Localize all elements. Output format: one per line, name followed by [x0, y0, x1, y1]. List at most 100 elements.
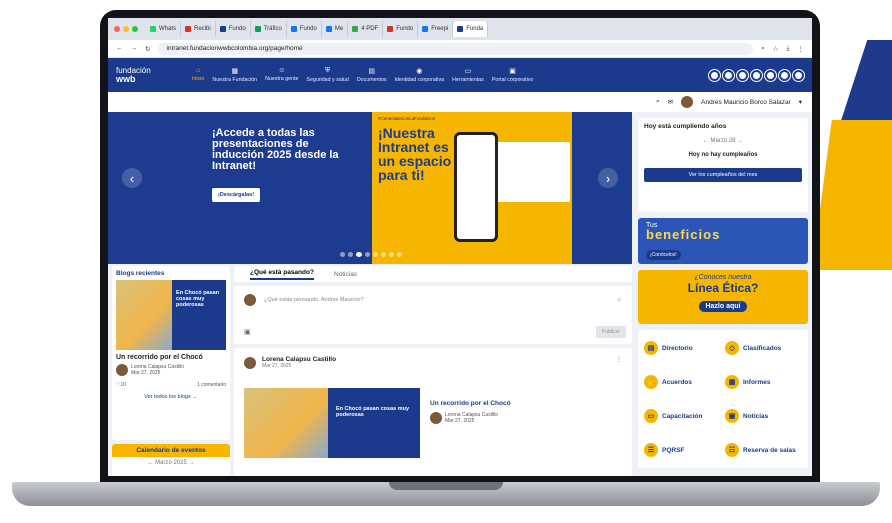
carousel-prev-button[interactable]: ‹ — [122, 168, 142, 188]
post-author[interactable]: Lorena Calapsu Castillo — [262, 356, 336, 363]
decor-yellow-shape — [812, 120, 892, 270]
laptop-icon: ▭ — [644, 409, 658, 423]
post-image[interactable]: En Chocó pasan cosas muy poderosas — [244, 388, 420, 458]
tiktok-icon[interactable] — [779, 69, 790, 81]
zoom-icon[interactable]: ⌕ — [761, 45, 765, 53]
portal-icon: ▣ — [509, 68, 516, 75]
carousel-pager[interactable] — [340, 252, 402, 257]
post-menu-icon[interactable]: ⋮ — [616, 356, 622, 363]
composer-input[interactable]: ¿Qué estás pensando, Andres Mauricio? — [264, 297, 608, 303]
all-blogs-link[interactable]: Ver todos los blogs → — [116, 394, 226, 400]
linkedin-icon[interactable] — [765, 69, 776, 81]
intranet-preview — [492, 142, 570, 202]
quick-link-capacitacion[interactable]: ▭ Capacitación — [644, 402, 721, 430]
hero-carousel: ‹ ¡Accede a todas las presentaciones de … — [108, 112, 632, 264]
banner-headline: ¡Accede a todas las presentaciones de in… — [212, 127, 339, 172]
tab-whats-happening[interactable]: ¿Qué está pasando? — [250, 269, 314, 280]
browser-tab[interactable]: Fundo — [287, 21, 322, 37]
benefits-cta[interactable]: ¡Conócelos! — [646, 250, 681, 260]
whatsapp-icon[interactable] — [793, 69, 804, 81]
blog-post-title[interactable]: Un recorrido por el Chocó — [116, 354, 226, 361]
facebook-icon[interactable] — [709, 69, 720, 81]
avatar[interactable] — [244, 356, 256, 369]
banner-download-button[interactable]: ¡Descárgalas! — [212, 188, 261, 202]
chat-icon: ☰ — [644, 443, 658, 457]
star-icon[interactable]: ☆ — [773, 45, 779, 53]
avatar — [116, 364, 128, 376]
quick-links: ▤ Directorio ◇ Clasificados ✋ Acuerdos ▦ Inf… — [638, 330, 808, 468]
image-upload-icon[interactable]: ▣ — [244, 328, 251, 336]
feed-tabs: ¿Qué está pasando? Noticias — [234, 266, 632, 282]
quick-link-acuerdos[interactable]: ✋ Acuerdos — [644, 368, 721, 396]
events-calendar: Calendario de eventos ← Marzo 2025 → — [112, 444, 230, 476]
nav-item-documentos[interactable]: ▤ Documentos — [353, 67, 391, 83]
nav-item-fundacion[interactable]: ▦ Nuestra Fundación — [208, 67, 261, 83]
blog-thumbnail[interactable]: En Chocó pasan cosas muy poderosas — [116, 280, 226, 350]
nav-item-gente[interactable]: ☺ Nuestra gente — [261, 67, 302, 83]
mail-icon[interactable]: ✉ — [668, 98, 673, 106]
ethics-line-banner[interactable]: ¿Conoces nuestra Línea Ética? Hazlo aquí — [638, 270, 808, 324]
birthdays-month-nav[interactable]: ← Marzo 28 → — [644, 138, 802, 144]
post-link-author: Lorena Calapsu Castillo Mar 27, 2025 — [430, 412, 498, 424]
birthdays-month-button[interactable]: Ver los cumpleaños del mes — [644, 168, 802, 182]
search-icon[interactable]: ⌕ — [656, 98, 660, 106]
post-link-title[interactable]: Un recorrido por el Chocó — [430, 400, 511, 407]
browser-tab-active[interactable]: Funda — [453, 21, 489, 37]
quick-link-pqrsf[interactable]: ☰ PQRSF — [644, 436, 721, 464]
feed-area: ¿Qué está pasando? Noticias ¿Qué estás p… — [234, 266, 632, 476]
browser-tab[interactable]: Fundo — [216, 21, 251, 37]
chevron-down-icon[interactable]: ▾ — [799, 98, 802, 106]
laptop-notch — [389, 482, 503, 490]
window-controls[interactable] — [114, 26, 138, 32]
download-icon[interactable]: ⤓ — [787, 45, 790, 53]
quick-link-clasificados[interactable]: ◇ Clasificados — [725, 334, 802, 362]
url-input[interactable]: intranet.fundacionwwbcolombia.org/page/h… — [158, 42, 754, 55]
back-icon[interactable]: ← — [116, 45, 123, 52]
directory-icon: ▤ — [644, 341, 658, 355]
carousel-next-button[interactable]: › — [598, 168, 618, 188]
calendar-month-nav[interactable]: ← Marzo 2025 → — [112, 457, 230, 469]
tab-news[interactable]: Noticias — [334, 271, 357, 278]
browser-tab[interactable]: 4 PDF — [348, 21, 384, 37]
browser-tab[interactable]: Me — [322, 21, 349, 37]
nav-item-identidad[interactable]: ◉ Identidad corporativa — [391, 67, 448, 83]
benefits-banner[interactable]: Tus beneficios ¡Conócelos! — [638, 218, 808, 264]
site-logo[interactable]: fundación wwb — [116, 67, 188, 84]
blog-comments[interactable]: 1 comentario — [197, 382, 226, 388]
menu-kebab-icon[interactable]: ⋮ — [798, 45, 805, 53]
people-icon: ☺ — [278, 67, 286, 74]
emoji-icon[interactable]: ☺ — [616, 297, 622, 303]
nav-item-portal[interactable]: ▣ Portal corporativo — [488, 67, 538, 83]
instagram-icon[interactable] — [723, 69, 734, 81]
ethics-cta[interactable]: Hazlo aquí — [699, 301, 747, 312]
browser-tab[interactable]: Fundo — [383, 21, 419, 37]
birthdays-card: Hoy está cumpliendo años ← Marzo 28 → Ho… — [638, 118, 808, 212]
avatar[interactable] — [681, 96, 694, 108]
blogs-title: Blogs recientes — [116, 270, 165, 277]
browser-tab[interactable]: Recibi — [181, 21, 216, 37]
nav-item-inicio[interactable]: ⌂ Inicio — [188, 67, 208, 83]
browser-tab[interactable]: Tráfico — [251, 21, 287, 37]
building-icon: ▦ — [231, 68, 239, 75]
browser-tab[interactable]: Freepi — [418, 21, 454, 37]
quick-link-noticias[interactable]: ▣ Noticias — [725, 402, 802, 430]
twitter-icon[interactable] — [737, 69, 748, 81]
left-sidebar: Blogs recientes En Chocó pasan cosas muy… — [112, 266, 230, 476]
home-icon: ⌂ — [196, 67, 201, 74]
quick-link-directorio[interactable]: ▤ Directorio — [644, 334, 721, 362]
site-nav: fundación wwb ⌂ Inicio ▦ Nuestra Fundación… — [108, 58, 812, 92]
youtube-icon[interactable] — [751, 69, 762, 81]
id-icon: ◉ — [416, 68, 423, 75]
nav-item-herramientas[interactable]: ▭ Herramientas — [448, 67, 488, 83]
room-icon: ☷ — [725, 443, 739, 457]
quick-link-informes[interactable]: ▦ Informes — [725, 368, 802, 396]
browser-tab[interactable]: Whats — [146, 21, 182, 37]
user-name[interactable]: Andres Mauricio Borco Salazar — [701, 99, 791, 106]
reload-icon[interactable]: ↻ — [145, 45, 150, 53]
report-icon: ▦ — [725, 375, 739, 389]
decor-blue-shape — [838, 40, 892, 130]
nav-item-seguridad[interactable]: ⛨ Seguridad y salud — [302, 67, 352, 83]
quick-link-reserva[interactable]: ☷ Reserva de salas — [725, 436, 802, 464]
publish-button[interactable]: Publicar — [595, 326, 626, 338]
forward-icon[interactable]: → — [131, 45, 138, 52]
